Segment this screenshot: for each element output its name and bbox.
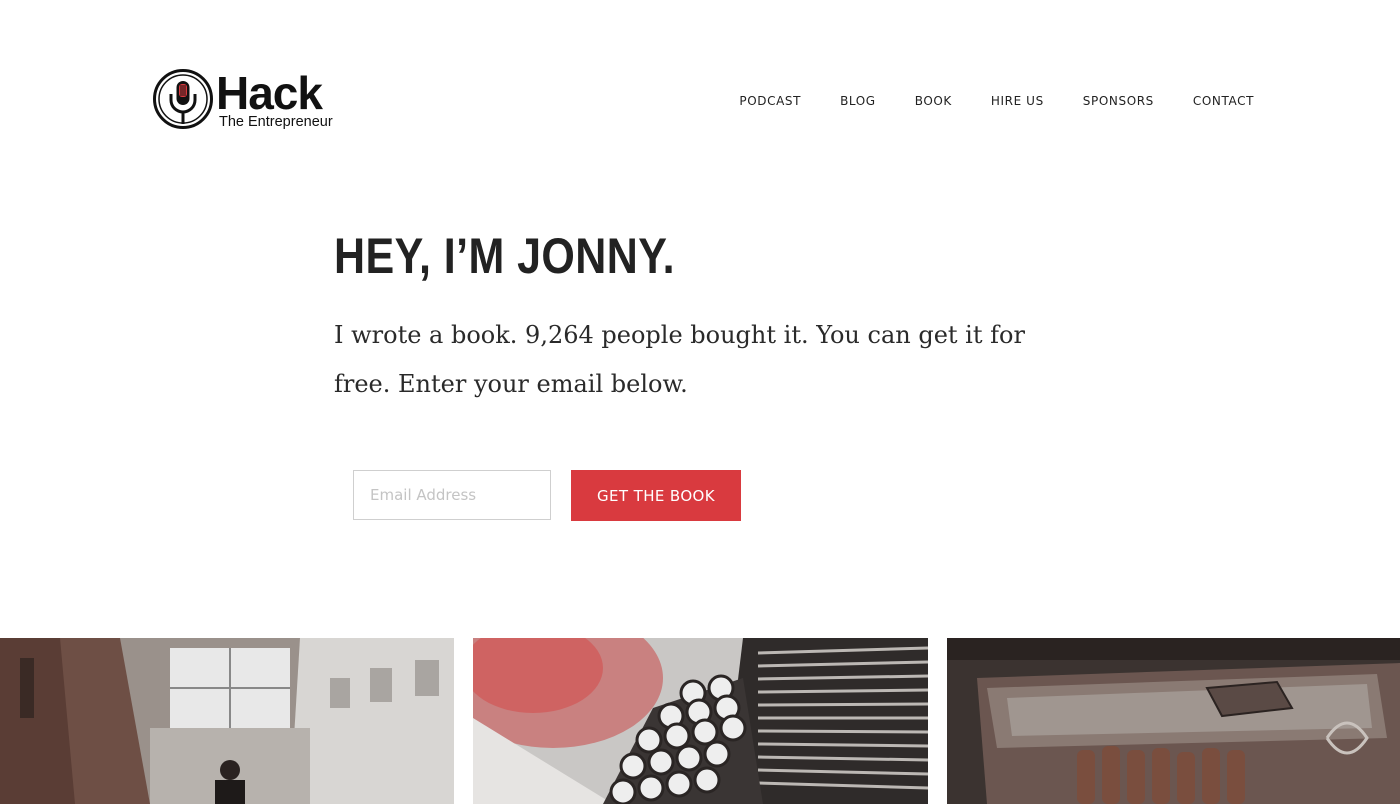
hero-headline: HEY, I’M JONNY. <box>334 228 675 284</box>
alley-photo <box>0 638 454 804</box>
main-nav: PODCAST BLOG BOOK HIRE US SPONSORS CONTA… <box>739 92 1254 110</box>
logo-wordmark: Hack <box>216 67 323 119</box>
nav-book[interactable]: BOOK <box>915 92 952 110</box>
logo-link[interactable]: Hack The Entrepreneur <box>152 68 342 132</box>
photo-strip <box>0 638 1400 804</box>
email-field[interactable] <box>353 470 551 520</box>
hero-intro: I wrote a book. 9,264 people bought it. … <box>334 321 1025 398</box>
nav-sponsors[interactable]: SPONSORS <box>1083 92 1154 110</box>
typewriter-photo <box>473 638 928 804</box>
nav-hire-us[interactable]: HIRE US <box>991 92 1044 110</box>
nav-podcast[interactable]: PODCAST <box>739 92 801 110</box>
get-the-book-button[interactable]: GET THE BOOK <box>571 470 741 521</box>
nav-blog[interactable]: BLOG <box>840 92 876 110</box>
logo-tagline: The Entrepreneur <box>219 114 333 130</box>
tools-photo <box>947 638 1400 804</box>
microphone-icon <box>153 69 213 129</box>
nav-contact[interactable]: CONTACT <box>1193 92 1254 110</box>
